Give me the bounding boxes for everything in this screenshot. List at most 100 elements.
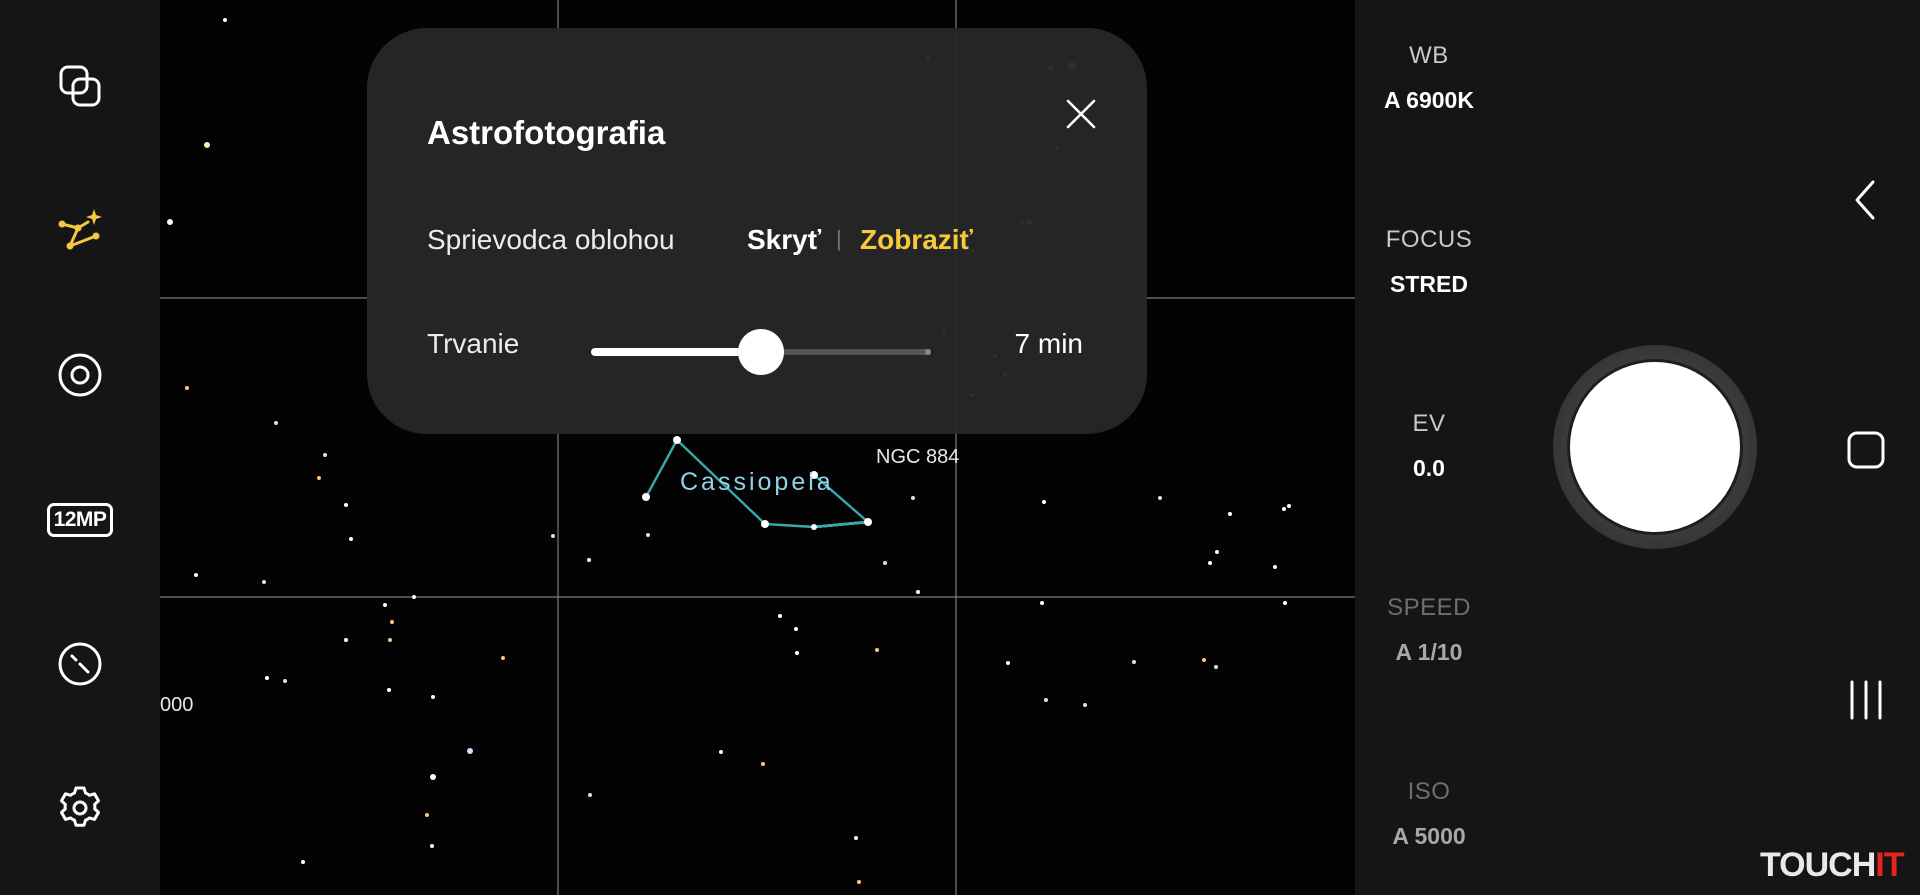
star — [1283, 601, 1287, 605]
duration-value[interactable]: 7 min — [1015, 328, 1083, 360]
sky-guide-label: Sprievodca oblohou — [427, 224, 675, 255]
focus-label: FOCUS — [1385, 226, 1473, 253]
resolution-badge: 12MP — [46, 503, 114, 537]
star — [642, 493, 650, 501]
shutter-button[interactable] — [1570, 362, 1740, 532]
star — [301, 860, 305, 864]
option-separator: | — [836, 226, 842, 251]
star — [875, 648, 879, 652]
star — [1158, 496, 1162, 500]
star — [501, 656, 505, 660]
star — [854, 836, 858, 840]
filters-button[interactable] — [48, 54, 112, 118]
sky-guide-show-option[interactable]: Zobraziť — [860, 224, 973, 256]
star — [1132, 660, 1136, 664]
left-toolbar: 12MP — [0, 0, 160, 895]
star — [1042, 500, 1046, 504]
watermark-main: TOUCH — [1760, 846, 1876, 884]
ev-label: EV — [1412, 410, 1446, 437]
deep-sky-object-label: NGC 884 — [876, 446, 960, 468]
constellation-line — [764, 522, 815, 529]
star — [551, 534, 555, 538]
astrophoto-dialog: Astrofotografia Sprievodca oblohou Skryť… — [367, 28, 1147, 434]
star — [194, 573, 198, 577]
slider-fill — [591, 348, 761, 356]
astro-mode-button[interactable] — [48, 198, 112, 262]
slider-end-dot — [925, 349, 931, 355]
lens-button[interactable] — [48, 343, 112, 407]
settings-button[interactable] — [48, 776, 112, 840]
constellation-line — [813, 520, 869, 529]
star — [673, 436, 681, 444]
lens-icon — [58, 353, 102, 397]
speed-setting[interactable]: SPEED A 1/10 — [1355, 594, 1503, 666]
star — [1273, 565, 1277, 569]
ev-value: 0.0 — [1413, 455, 1445, 481]
star — [761, 520, 769, 528]
star — [185, 386, 189, 390]
star — [646, 533, 650, 537]
settings-icon — [60, 786, 100, 827]
watermark-accent: IT — [1875, 846, 1904, 884]
star — [223, 18, 227, 22]
focus-setting[interactable]: FOCUS STRED — [1355, 226, 1503, 298]
star — [916, 590, 920, 594]
star — [344, 503, 348, 507]
star — [344, 638, 348, 642]
resolution-button[interactable]: 12MP — [46, 488, 114, 552]
star — [1202, 658, 1206, 662]
iso-label: ISO — [1407, 778, 1451, 805]
recents-button[interactable] — [1840, 674, 1892, 726]
back-button[interactable] — [1840, 174, 1892, 226]
star — [167, 219, 173, 225]
star — [390, 620, 394, 624]
close-icon — [1066, 99, 1096, 129]
star — [1044, 698, 1048, 702]
wb-value: A 6900K — [1384, 87, 1474, 113]
ev-setting[interactable]: EV 0.0 — [1355, 410, 1503, 482]
white-balance-setting[interactable]: WB A 6900K — [1355, 42, 1503, 114]
star — [1282, 507, 1286, 511]
star — [1214, 665, 1218, 669]
duration-label: Trvanie — [427, 328, 520, 359]
star — [388, 638, 392, 642]
iso-setting[interactable]: ISO A 5000 — [1355, 778, 1503, 850]
recents-icon — [1850, 680, 1882, 720]
star — [588, 793, 592, 797]
star — [430, 774, 436, 780]
home-button[interactable] — [1840, 424, 1892, 476]
constellation-line — [644, 439, 679, 498]
filters-icon — [59, 65, 101, 107]
star — [794, 627, 798, 631]
star — [1006, 661, 1010, 665]
star — [587, 558, 591, 562]
sky-guide-hide-option[interactable]: Skryť — [747, 224, 821, 256]
star — [1228, 512, 1232, 516]
star — [425, 813, 429, 817]
star — [204, 142, 210, 148]
slider-thumb[interactable] — [738, 329, 784, 375]
camera-app: Cassiopeia NGC 884 000 12MP Astrofotogra… — [0, 0, 1920, 895]
star — [1040, 601, 1044, 605]
star — [1287, 504, 1291, 508]
astro-mode-icon — [58, 209, 102, 250]
close-button[interactable] — [1053, 86, 1109, 142]
timer-button[interactable] — [48, 632, 112, 696]
star — [811, 524, 817, 530]
star — [431, 695, 435, 699]
duration-slider[interactable] — [591, 329, 931, 375]
star — [387, 688, 391, 692]
star — [283, 679, 287, 683]
star — [349, 537, 353, 541]
star — [883, 561, 887, 565]
star — [383, 603, 387, 607]
star — [911, 496, 915, 500]
speed-value: A 1/10 — [1395, 639, 1463, 665]
home-square-icon — [1847, 431, 1885, 469]
watermark-logo: TOUCHIT — [1760, 846, 1904, 885]
timer-icon — [58, 642, 102, 686]
iso-value: A 5000 — [1392, 823, 1466, 849]
wb-label: WB — [1409, 42, 1449, 69]
star — [323, 453, 327, 457]
star — [262, 580, 266, 584]
